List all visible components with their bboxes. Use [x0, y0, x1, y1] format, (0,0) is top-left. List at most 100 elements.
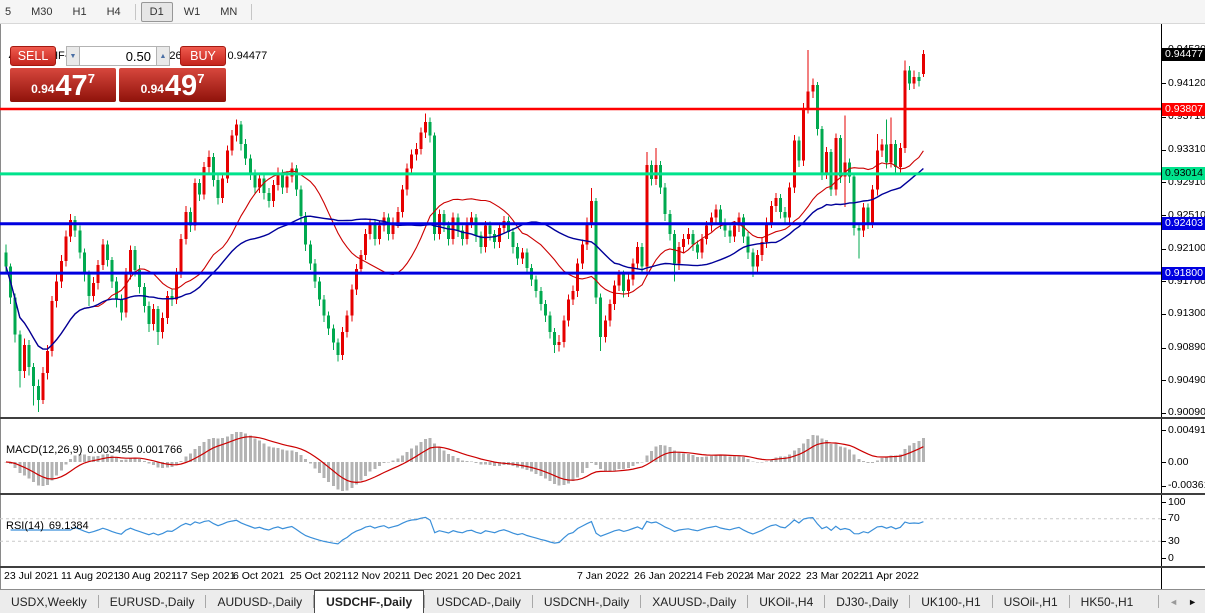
- chart-tab-dj30daily[interactable]: DJ30-,Daily: [825, 590, 909, 613]
- macd-axis-label: 0.00: [1168, 457, 1188, 468]
- timeframe-button-w1[interactable]: W1: [175, 2, 210, 22]
- date-axis-label: 4 Mar 2022: [748, 570, 801, 582]
- macd-axis-label: 0.004913: [1168, 425, 1205, 436]
- chevron-up-icon: ▲: [160, 53, 167, 60]
- tab-scroll-right-icon[interactable]: ►: [1188, 597, 1197, 607]
- rsi-axis-tick: [1162, 502, 1166, 503]
- sell-price-pip-digit: 7: [88, 71, 95, 86]
- chart-tab-bar: USDX,WeeklyEURUSD-,DailyAUDUSD-,DailyUSD…: [0, 589, 1205, 613]
- buy-price-tile[interactable]: 0.94 49 7: [119, 68, 226, 102]
- one-click-trading-panel: SELL ▼ ▲ BUY 0.94 47 7 0.94 49 7: [10, 46, 226, 102]
- timeframe-button-m30[interactable]: M30: [22, 2, 61, 22]
- sell-price-tile[interactable]: 0.94 47 7: [10, 68, 116, 102]
- rsi-axis-label: 0: [1168, 553, 1174, 564]
- macd-axis-tick: [1162, 462, 1166, 463]
- timeframe-button-d1[interactable]: D1: [141, 2, 173, 22]
- price-line-badge: 0.91800: [1162, 267, 1205, 280]
- sell-price-big-digits: 47: [55, 73, 87, 100]
- timeframe-toolbar: 5M30H1H4 D1W1MN: [0, 0, 1205, 24]
- volume-decrease-button[interactable]: ▼: [66, 46, 80, 66]
- date-axis-label: 6 Oct 2021: [233, 570, 284, 582]
- chart-tab-usdcnhdaily[interactable]: USDCNH-,Daily: [533, 590, 640, 613]
- price-axis-tick: [1162, 182, 1166, 183]
- sell-price-prefix: 0.94: [31, 82, 54, 96]
- date-axis-label: 7 Jan 2022: [577, 570, 629, 582]
- rsi-value: 69.1384: [49, 520, 89, 532]
- date-axis-label: 26 Jan 2022: [634, 570, 692, 582]
- date-axis-label: 30 Aug 2021: [118, 570, 177, 582]
- price-line-badge: 0.93014: [1162, 167, 1205, 180]
- pane-splitter-macd-rsi[interactable]: [0, 493, 1205, 495]
- tab-scroll-controls: ◄►: [1158, 590, 1205, 613]
- chart-tab-usdcaddaily[interactable]: USDCAD-,Daily: [425, 590, 532, 613]
- price-axis-tick: [1162, 150, 1166, 151]
- timeframe-button-mn[interactable]: MN: [211, 2, 246, 22]
- buy-price-big-digits: 49: [165, 73, 197, 100]
- chart-tab-xauusddaily[interactable]: XAUUSD-,Daily: [641, 590, 747, 613]
- chart-tab-usoilh1[interactable]: USOil-,H1: [993, 590, 1069, 613]
- chart-tab-uk100h1[interactable]: UK100-,H1: [910, 590, 991, 613]
- date-axis-label: 11 Aug 2021: [61, 570, 119, 582]
- price-axis-label: 0.91300: [1168, 308, 1205, 319]
- macd-axis-tick: [1162, 430, 1166, 431]
- macd-indicator-label: MACD(12,26,9)0.003455 0.001766: [6, 444, 187, 456]
- volume-input[interactable]: [80, 46, 156, 66]
- sell-button[interactable]: SELL: [10, 46, 56, 66]
- date-axis-label: 20 Dec 2021: [462, 570, 522, 582]
- volume-increase-button[interactable]: ▲: [156, 46, 170, 66]
- price-axis-tick: [1162, 249, 1166, 250]
- date-axis-label: 25 Oct 2021: [290, 570, 347, 582]
- price-axis-tick: [1162, 380, 1166, 381]
- date-axis-label: 17 Sep 2021: [176, 570, 236, 582]
- tab-scroll-left-icon[interactable]: ◄: [1169, 597, 1178, 607]
- rsi-axis-tick: [1162, 541, 1166, 542]
- tab-separator: [1158, 595, 1159, 608]
- pane-splitter-rsi-dates[interactable]: [0, 566, 1205, 568]
- buy-price-pip-digit: 7: [197, 71, 204, 86]
- timeframe-button-5[interactable]: 5: [0, 2, 20, 22]
- rsi-axis-tick: [1162, 558, 1166, 559]
- date-axis-label: 1 Dec 2021: [405, 570, 459, 582]
- chevron-down-icon: ▼: [70, 53, 77, 60]
- price-axis-label: 0.94120: [1168, 78, 1205, 89]
- buy-price-prefix: 0.94: [141, 82, 164, 96]
- timeframe-button-h4[interactable]: H4: [98, 2, 130, 22]
- timeframe-button-h1[interactable]: H1: [64, 2, 96, 22]
- macd-axis-tick: [1162, 486, 1166, 487]
- price-axis-label: 0.92100: [1168, 243, 1205, 254]
- price-axis-tick: [1162, 215, 1166, 216]
- date-axis-label: 23 Jul 2021: [4, 570, 58, 582]
- chart-tab-usdchfdaily[interactable]: USDCHF-,Daily: [314, 590, 424, 613]
- chart-tab-ukoilh4[interactable]: UKOil-,H4: [748, 590, 824, 613]
- volume-spinner: ▼ ▲: [66, 46, 170, 66]
- chart-tab-hk50h1[interactable]: HK50-,H1: [1070, 590, 1145, 613]
- chart-tab-eurusddaily[interactable]: EURUSD-,Daily: [99, 590, 206, 613]
- rsi-indicator-pane[interactable]: [0, 495, 1161, 566]
- current-price-badge: 0.94477: [1162, 48, 1205, 61]
- rsi-axis-tick: [1162, 519, 1166, 520]
- price-axis-tick: [1162, 348, 1166, 349]
- rsi-axis-label: 70: [1168, 513, 1180, 524]
- macd-values: 0.003455 0.001766: [87, 444, 182, 456]
- date-axis-label: 12 Nov 2021: [347, 570, 407, 582]
- chart-tab-usdxweekly[interactable]: USDX,Weekly: [0, 590, 98, 613]
- price-axis-tick: [1162, 314, 1166, 315]
- rsi-axis-label: 100: [1168, 497, 1186, 508]
- price-line-badge: 0.93807: [1162, 103, 1205, 116]
- price-axis-label: 0.90490: [1168, 375, 1205, 386]
- chart-tab-audusddaily[interactable]: AUDUSD-,Daily: [206, 590, 313, 613]
- toolbar-separator: [251, 4, 252, 20]
- price-axis-tick: [1162, 117, 1166, 118]
- price-axis-label: 0.93310: [1168, 144, 1205, 155]
- date-axis-label: 23 Mar 2022: [806, 570, 865, 582]
- buy-button[interactable]: BUY: [180, 46, 226, 66]
- rsi-indicator-label: RSI(14)69.1384: [6, 520, 94, 532]
- price-axis-tick: [1162, 413, 1166, 414]
- price-axis-tick: [1162, 83, 1166, 84]
- date-axis-label: 14 Feb 2022: [691, 570, 750, 582]
- price-axis-tick: [1162, 281, 1166, 282]
- macd-indicator-pane[interactable]: [0, 419, 1161, 493]
- date-axis-label: 11 Apr 2022: [863, 570, 919, 582]
- rsi-axis-label: 30: [1168, 536, 1180, 547]
- pane-splitter-main-macd[interactable]: [0, 417, 1205, 419]
